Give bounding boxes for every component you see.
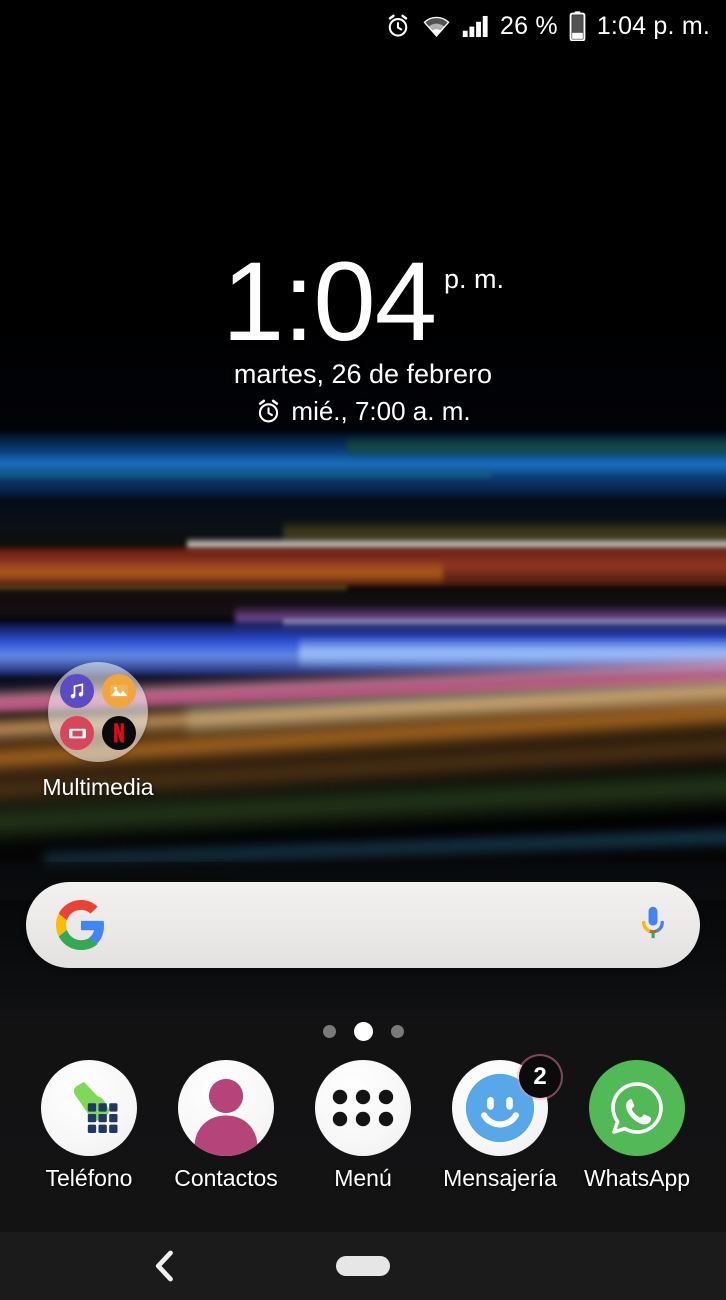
wallpaper — [0, 0, 726, 1232]
phone-dialer-icon[interactable] — [41, 1060, 137, 1156]
page-dot-1[interactable] — [322, 1025, 336, 1038]
battery-percent-label: 26 % — [500, 11, 558, 40]
dock-item-telefono[interactable]: Teléfono — [30, 1060, 148, 1192]
navigation-bar — [0, 1232, 726, 1300]
wifi-icon — [422, 15, 451, 38]
messaging-badge: 2 — [519, 1056, 561, 1098]
back-chevron-icon[interactable] — [140, 1242, 188, 1290]
google-g-icon[interactable] — [56, 900, 106, 950]
clock-time: 1:04 — [222, 239, 437, 364]
music-app-icon — [60, 674, 94, 708]
dock-item-whatsapp[interactable]: WhatsApp — [578, 1060, 696, 1192]
page-indicator[interactable] — [0, 1022, 726, 1041]
clock-ampm: p. m. — [443, 264, 504, 294]
folder-multimedia[interactable]: Multimedia — [38, 662, 158, 801]
folder-label: Multimedia — [42, 774, 154, 800]
google-search-bar[interactable] — [26, 882, 700, 968]
microphone-icon[interactable] — [636, 904, 670, 946]
alarm-clock-icon — [255, 398, 282, 425]
dock: Teléfono Contactos Menú 2 Mensajería Wha… — [0, 1056, 726, 1200]
cellular-signal-icon — [462, 15, 489, 38]
dock-label-menu: Menú — [334, 1165, 392, 1191]
alarm-clock-icon — [385, 13, 411, 39]
gallery-app-icon — [102, 674, 136, 708]
home-screen: 26 % 1:04 p. m. 1:04 p. m. martes, 26 de… — [0, 0, 726, 1300]
page-dot-3[interactable] — [390, 1025, 404, 1038]
clock-alarm-row[interactable]: mié., 7:00 a. m. — [0, 396, 726, 427]
dock-label-telefono: Teléfono — [45, 1165, 133, 1191]
contacts-icon[interactable] — [178, 1060, 274, 1156]
battery-low-icon — [569, 11, 586, 41]
dock-label-contactos: Contactos — [174, 1165, 278, 1191]
dock-item-menu[interactable]: Menú — [304, 1060, 422, 1192]
folder-preview[interactable] — [48, 662, 148, 762]
clock-alarm-text: mié., 7:00 a. m. — [291, 396, 471, 427]
dock-item-mensajeria[interactable]: 2 Mensajería — [441, 1056, 561, 1192]
clock-time-row: 1:04 p. m. — [0, 239, 726, 364]
whatsapp-icon[interactable] — [589, 1060, 685, 1156]
status-bar-clock: 1:04 p. m. — [596, 11, 710, 40]
dock-label-mensajeria: Mensajería — [443, 1165, 557, 1191]
app-drawer-icon[interactable] — [315, 1060, 411, 1156]
dock-item-contactos[interactable]: Contactos — [167, 1060, 285, 1192]
clock-date: martes, 26 de febrero — [233, 359, 493, 390]
clock-widget[interactable]: 1:04 p. m. martes, 26 de febrero mié., 7… — [0, 239, 726, 427]
dock-label-whatsapp: WhatsApp — [583, 1165, 691, 1191]
home-pill-icon[interactable] — [336, 1256, 390, 1276]
status-bar[interactable]: 26 % 1:04 p. m. — [0, 0, 726, 52]
netflix-app-icon — [102, 716, 136, 750]
page-dot-2-active[interactable] — [353, 1022, 373, 1041]
video-app-icon — [60, 716, 94, 750]
